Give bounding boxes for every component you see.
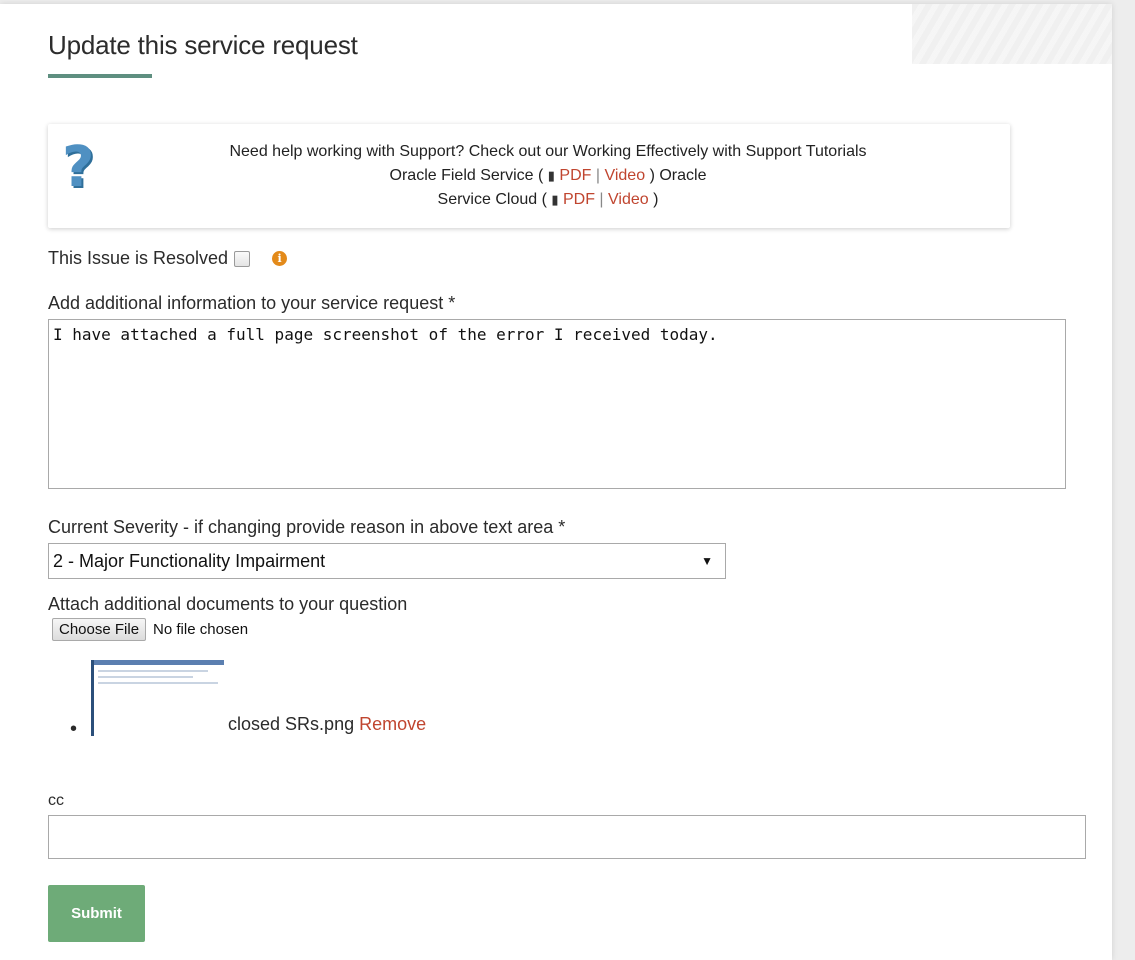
ofs-pdf-link[interactable]: PDF [559, 167, 591, 184]
update-panel: Update this service request ? Need help … [0, 4, 1112, 960]
attachment-item: • closed SRs.png Remove [70, 660, 426, 740]
attachment-filename: closed SRs.png [228, 714, 355, 734]
help-text: Need help working with Support? Check ou… [148, 140, 948, 212]
resolved-label: This Issue is Resolved [48, 248, 229, 268]
severity-select[interactable]: 2 - Major Functionality Impairment ▼ [48, 543, 726, 579]
info-icon[interactable]: i [272, 251, 288, 266]
osc-video-link[interactable]: Video [608, 191, 649, 208]
osc-tail: ) [653, 191, 659, 208]
osc-pdf-link[interactable]: PDF [563, 191, 595, 208]
attach-label: Attach additional documents to your ques… [48, 594, 408, 614]
cc-label: cc [48, 792, 64, 809]
severity-selected-value: 2 - Major Functionality Impairment [53, 550, 326, 571]
additional-info-textarea[interactable]: I have attached a full page screenshot o… [48, 319, 1066, 489]
question-icon: ? [62, 135, 95, 200]
separator: | [599, 191, 604, 208]
choose-file-button[interactable]: Choose File [52, 618, 147, 641]
attachment-thumbnail [91, 660, 225, 736]
file-status: No file chosen [153, 621, 249, 638]
ofs-video-link[interactable]: Video [604, 167, 645, 184]
help-line-2: Oracle Field Service ( ▮ PDF | Video ) O… [148, 164, 948, 188]
chevron-down-icon: ▼ [701, 554, 713, 568]
help-box: ? Need help working with Support? Check … [48, 124, 1010, 228]
background-pattern [912, 4, 1112, 64]
remove-attachment-link[interactable]: Remove [359, 712, 426, 736]
severity-label: Current Severity - if changing provide r… [48, 517, 566, 537]
osc-label: Service Cloud ( [437, 191, 547, 208]
book-icon: ▮ [551, 192, 559, 207]
page-title: Update this service request [48, 30, 358, 60]
file-chooser: Choose File No file chosen [52, 618, 248, 641]
additional-info-label: Add additional information to your servi… [48, 293, 456, 313]
submit-button[interactable]: Submit [48, 885, 145, 942]
resolved-row: This Issue is Resolved i [48, 248, 288, 269]
resolved-checkbox[interactable] [234, 250, 251, 267]
book-icon: ▮ [547, 168, 555, 183]
ofs-tail: ) Oracle [649, 167, 707, 184]
title-underline [48, 74, 152, 78]
separator: | [595, 167, 601, 184]
help-line-1: Need help working with Support? Check ou… [229, 143, 867, 160]
bullet: • [70, 718, 78, 740]
ofs-label: Oracle Field Service ( [389, 167, 544, 184]
cc-input[interactable] [48, 815, 1086, 859]
help-line-3: Service Cloud ( ▮ PDF | Video ) [148, 188, 948, 212]
